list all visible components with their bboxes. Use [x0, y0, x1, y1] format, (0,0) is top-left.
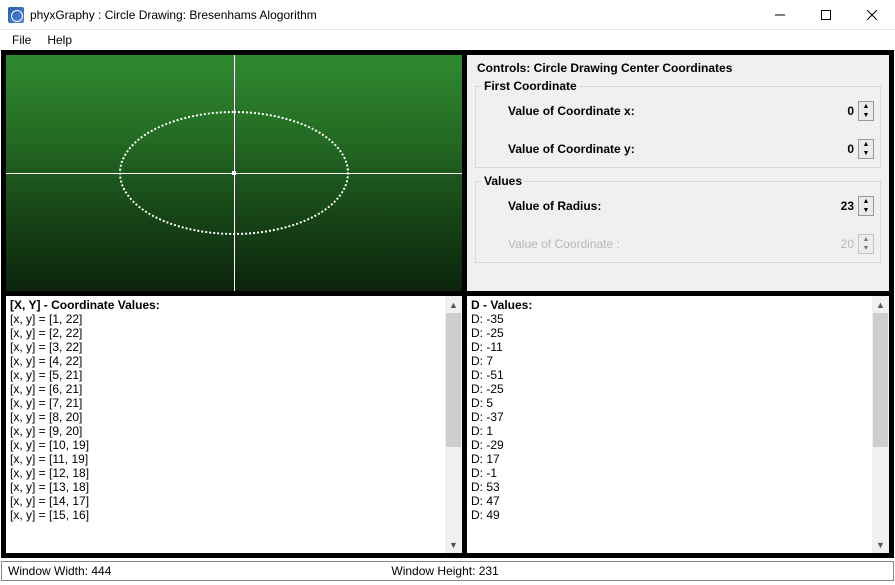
controls-panel: Controls: Circle Drawing Center Coordina… — [467, 55, 889, 291]
menu-help[interactable]: Help — [39, 31, 80, 49]
chevron-down-icon: ▼ — [859, 244, 873, 253]
list-item[interactable]: D: 5 — [471, 396, 885, 410]
scroll-down-icon: ▼ — [445, 536, 462, 553]
scroll-track — [872, 313, 889, 536]
window-title: phyxGraphy : Circle Drawing: Bresenhams … — [30, 8, 757, 22]
radius-value: 23 — [818, 199, 858, 213]
chevron-up-icon: ▲ — [859, 235, 873, 244]
x-stepper[interactable]: ▲▼ — [858, 101, 874, 121]
first-coordinate-group: First Coordinate Value of Coordinate x: … — [475, 79, 881, 168]
y-value: 0 — [818, 142, 858, 156]
maximize-button[interactable] — [803, 0, 849, 30]
coordinate-list-title: [X, Y] - Coordinate Values: — [6, 296, 462, 312]
list-item[interactable]: D: 49 — [471, 508, 885, 522]
scroll-thumb[interactable] — [873, 313, 888, 447]
d-values-list: D: -35D: -25D: -11D: 7D: -51D: -25D: 5D:… — [467, 312, 889, 522]
list-item[interactable]: D: 47 — [471, 494, 885, 508]
disabled-coord-stepper: ▲▼ — [858, 234, 874, 254]
coordinate-list-pane: [X, Y] - Coordinate Values: [x, y] = [1,… — [6, 296, 462, 553]
scroll-up-icon: ▲ — [445, 296, 462, 313]
chevron-up-icon: ▲ — [859, 102, 873, 111]
list-item[interactable]: D: 53 — [471, 480, 885, 494]
list-item[interactable]: [x, y] = [4, 22] — [10, 354, 458, 368]
menubar: File Help — [0, 30, 895, 50]
list-item[interactable]: D: -1 — [471, 466, 885, 480]
list-item[interactable]: [x, y] = [2, 22] — [10, 326, 458, 340]
scroll-track — [445, 313, 462, 536]
d-values-pane: D - Values: D: -35D: -25D: -11D: 7D: -51… — [467, 296, 889, 553]
controls-title: Controls: Circle Drawing Center Coordina… — [477, 61, 881, 75]
list-item[interactable]: [x, y] = [3, 22] — [10, 340, 458, 354]
scroll-down-icon: ▼ — [872, 536, 889, 553]
radius-stepper[interactable]: ▲▼ — [858, 196, 874, 216]
y-label: Value of Coordinate y: — [508, 142, 818, 156]
list-item[interactable]: D: -51 — [471, 368, 885, 382]
coordinate-list: [x, y] = [1, 22][x, y] = [2, 22][x, y] =… — [6, 312, 462, 522]
main-frame: Controls: Circle Drawing Center Coordina… — [1, 50, 894, 558]
first-coordinate-legend: First Coordinate — [482, 79, 579, 93]
values-legend: Values — [482, 174, 524, 188]
radius-label: Value of Radius: — [508, 199, 818, 213]
disabled-coord-label: Value of Coordinate : — [508, 237, 818, 251]
x-value: 0 — [818, 104, 858, 118]
y-stepper[interactable]: ▲▼ — [858, 139, 874, 159]
x-label: Value of Coordinate x: — [508, 104, 818, 118]
list-item[interactable]: D: -29 — [471, 438, 885, 452]
disabled-coord-value: 20 — [818, 237, 858, 251]
titlebar: phyxGraphy : Circle Drawing: Bresenhams … — [0, 0, 895, 30]
center-point — [232, 171, 236, 175]
coordinate-scrollbar[interactable]: ▲ ▼ — [445, 296, 462, 553]
list-item[interactable]: [x, y] = [15, 16] — [10, 508, 458, 522]
scroll-up-icon: ▲ — [872, 296, 889, 313]
drawing-canvas — [6, 55, 462, 291]
list-item[interactable]: [x, y] = [6, 21] — [10, 382, 458, 396]
list-item[interactable]: D: -25 — [471, 326, 885, 340]
list-item[interactable]: D: -11 — [471, 340, 885, 354]
list-item[interactable]: [x, y] = [14, 17] — [10, 494, 458, 508]
status-window-height: Window Height: 231 — [391, 564, 498, 578]
list-item[interactable]: [x, y] = [8, 20] — [10, 410, 458, 424]
close-button[interactable] — [849, 0, 895, 30]
list-item[interactable]: [x, y] = [13, 18] — [10, 480, 458, 494]
list-item[interactable]: D: -25 — [471, 382, 885, 396]
list-item[interactable]: [x, y] = [9, 20] — [10, 424, 458, 438]
list-item[interactable]: [x, y] = [7, 21] — [10, 396, 458, 410]
chevron-down-icon: ▼ — [859, 149, 873, 158]
scroll-thumb[interactable] — [446, 313, 461, 447]
list-item[interactable]: D: 7 — [471, 354, 885, 368]
chevron-down-icon: ▼ — [859, 111, 873, 120]
chevron-up-icon: ▲ — [859, 197, 873, 206]
values-group: Values Value of Radius: 23 ▲▼ Value of C… — [475, 174, 881, 263]
list-item[interactable]: [x, y] = [1, 22] — [10, 312, 458, 326]
d-values-title: D - Values: — [467, 296, 889, 312]
menu-file[interactable]: File — [4, 31, 39, 49]
list-item[interactable]: D: -35 — [471, 312, 885, 326]
list-item[interactable]: D: 17 — [471, 452, 885, 466]
list-item[interactable]: [x, y] = [12, 18] — [10, 466, 458, 480]
status-window-width: Window Width: 444 — [8, 564, 111, 578]
list-item[interactable]: D: 1 — [471, 424, 885, 438]
list-item[interactable]: [x, y] = [5, 21] — [10, 368, 458, 382]
chevron-up-icon: ▲ — [859, 140, 873, 149]
list-item[interactable]: [x, y] = [11, 19] — [10, 452, 458, 466]
list-item[interactable]: [x, y] = [10, 19] — [10, 438, 458, 452]
d-scrollbar[interactable]: ▲ ▼ — [872, 296, 889, 553]
statusbar: Window Width: 444 Window Height: 231 — [1, 561, 894, 581]
list-item[interactable]: D: -37 — [471, 410, 885, 424]
chevron-down-icon: ▼ — [859, 206, 873, 215]
app-icon — [8, 7, 24, 23]
minimize-button[interactable] — [757, 0, 803, 30]
